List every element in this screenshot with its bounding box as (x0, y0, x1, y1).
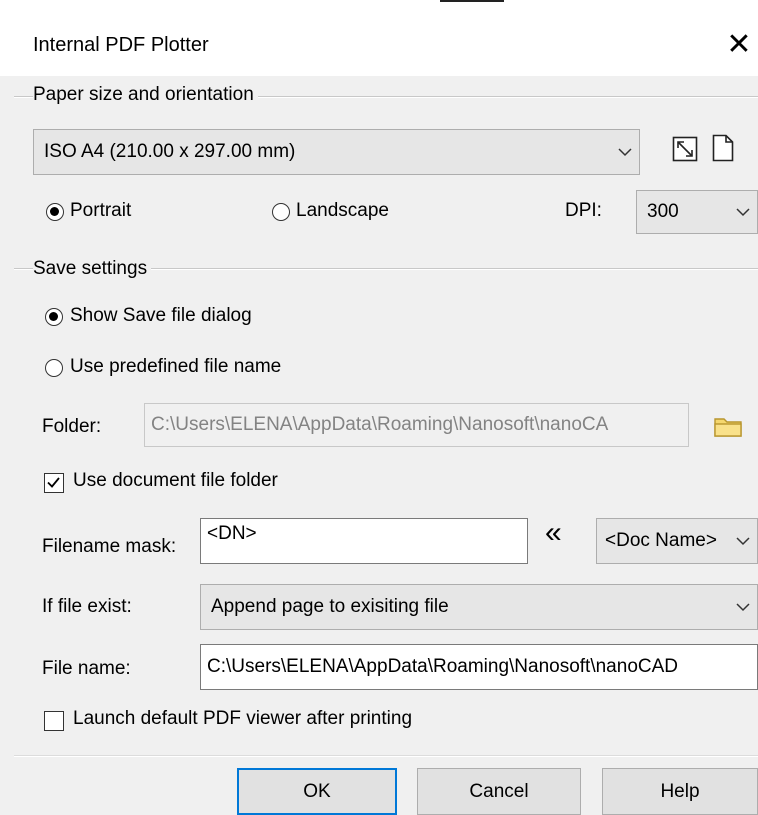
mask-token-select[interactable]: <Doc Name> (596, 518, 758, 564)
paper-size-value: ISO A4 (210.00 x 297.00 mm) (44, 141, 296, 162)
page-orientation-icon[interactable] (712, 134, 734, 162)
dpi-value: 300 (647, 201, 679, 222)
predefined-name-label: Use predefined file name (70, 356, 282, 377)
button-area-divider (14, 755, 758, 757)
chevron-down-icon (736, 208, 750, 217)
folder-label: Folder: (42, 416, 102, 437)
close-button[interactable]: ✕ (722, 28, 756, 62)
predefined-name-radio[interactable] (45, 359, 63, 377)
show-save-dialog-radio[interactable] (45, 308, 63, 326)
launch-viewer-label: Launch default PDF viewer after printing (73, 708, 413, 729)
paper-size-select[interactable]: ISO A4 (210.00 x 297.00 mm) (33, 129, 640, 175)
save-group-label: Save settings (33, 258, 152, 280)
filename-mask-value: <DN> (207, 523, 257, 544)
use-doc-folder-label: Use document file folder (73, 470, 278, 491)
cancel-button[interactable]: Cancel (417, 768, 581, 815)
portrait-radio[interactable] (46, 203, 64, 221)
show-save-dialog-label: Show Save file dialog (70, 305, 252, 326)
background-window-edge (440, 0, 504, 2)
use-doc-folder-checkbox[interactable] (44, 473, 64, 493)
landscape-radio[interactable] (272, 203, 290, 221)
if-file-exist-select[interactable]: Append page to exisiting file (200, 584, 758, 630)
checkmark-icon (47, 477, 60, 488)
chevron-down-icon (736, 537, 750, 546)
folder-field[interactable]: C:\Users\ELENA\AppData\Roaming\Nanosoft\… (144, 403, 689, 447)
launch-viewer-checkbox[interactable] (44, 711, 64, 731)
portrait-label: Portrait (70, 200, 132, 221)
mask-token-value: <Doc Name> (605, 530, 717, 551)
chevron-down-icon (618, 148, 632, 157)
landscape-label: Landscape (296, 200, 389, 221)
folder-value: C:\Users\ELENA\AppData\Roaming\Nanosoft\… (151, 414, 609, 435)
file-name-value: C:\Users\ELENA\AppData\Roaming\Nanosoft\… (207, 656, 679, 677)
folder-icon[interactable] (713, 413, 745, 439)
chevron-down-icon (736, 603, 750, 612)
file-name-label: File name: (42, 658, 131, 679)
if-file-exist-value: Append page to exisiting file (211, 596, 449, 617)
dialog-title: Internal PDF Plotter (33, 34, 209, 56)
dpi-label: DPI: (565, 200, 602, 221)
filename-mask-label: Filename mask: (42, 536, 177, 557)
fit-to-page-icon[interactable] (672, 136, 698, 162)
file-name-field[interactable]: C:\Users\ELENA\AppData\Roaming\Nanosoft\… (200, 644, 758, 690)
insert-token-button[interactable]: « (545, 516, 562, 550)
help-button[interactable]: Help (602, 768, 758, 815)
ok-button[interactable]: OK (237, 768, 397, 815)
filename-mask-input[interactable]: <DN> (200, 518, 528, 564)
paper-group-label: Paper size and orientation (33, 84, 258, 106)
if-file-exist-label: If file exist: (42, 596, 132, 617)
dpi-select[interactable]: 300 (636, 190, 758, 234)
